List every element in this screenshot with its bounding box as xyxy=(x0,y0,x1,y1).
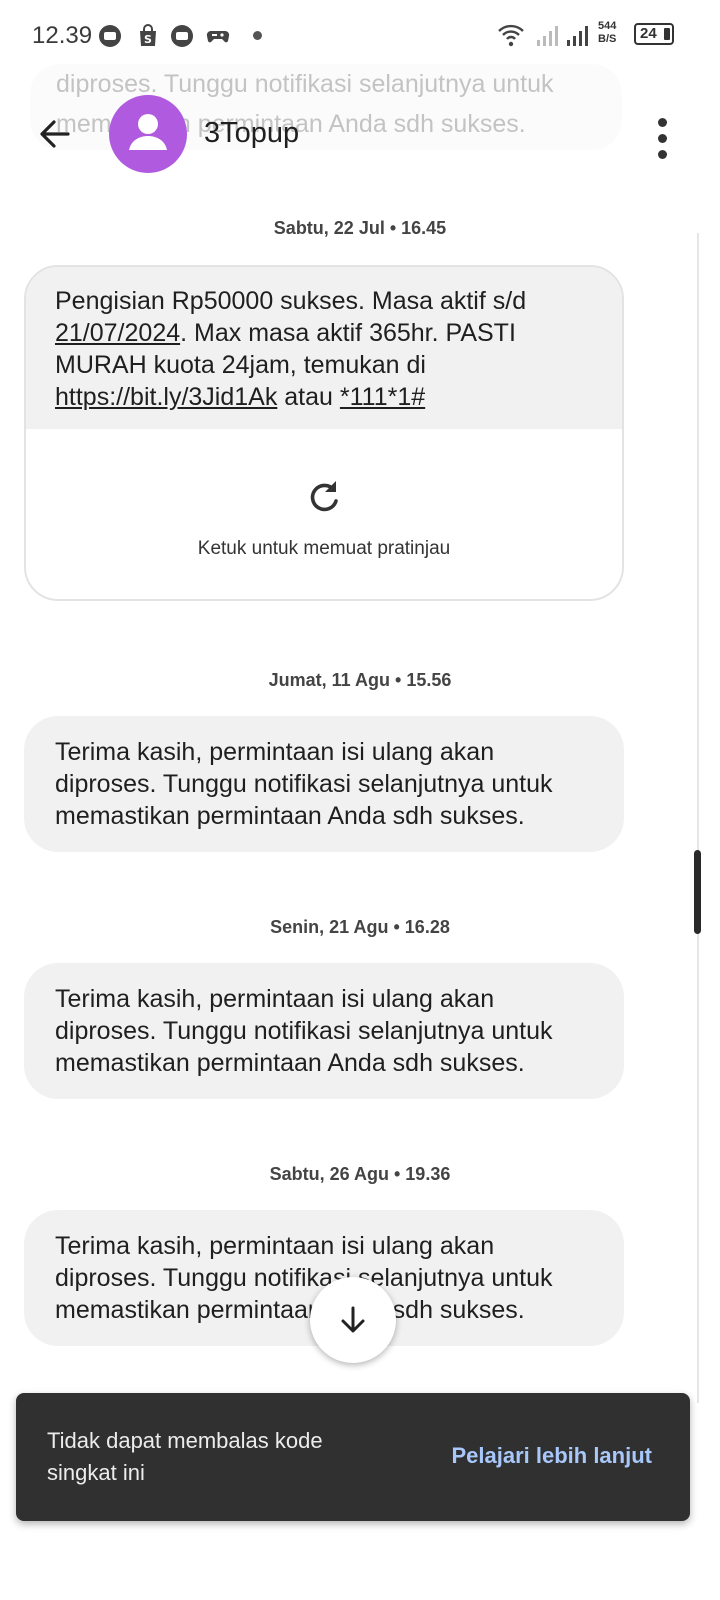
message-date: Senin, 21 Agu • 16.28 xyxy=(270,917,450,937)
back-arrow-icon[interactable] xyxy=(28,106,84,162)
learn-more-button[interactable]: Pelajari lebih lanjut xyxy=(451,1443,652,1469)
message-date: Sabtu, 22 Jul • 16.45 xyxy=(273,218,447,238)
scrollbar-track xyxy=(697,233,699,1403)
gamepad-icon xyxy=(206,30,230,43)
message-text: Pengisian Rp50000 sukses. Masa aktif s/d… xyxy=(26,267,622,429)
ussd-code-link[interactable]: *111*1# xyxy=(340,383,425,411)
battery-indicator: 24 xyxy=(634,23,674,45)
date-link[interactable]: 21/07/2024 xyxy=(55,319,180,347)
scroll-to-bottom-button[interactable] xyxy=(310,1277,396,1363)
conversation-app-bar: 3Topup xyxy=(0,84,720,184)
shop-bag-icon: S xyxy=(140,24,156,46)
signal-icon xyxy=(567,26,588,46)
chat-bubble-icon xyxy=(171,25,193,47)
contact-name[interactable]: 3Topup xyxy=(204,117,299,150)
refresh-icon xyxy=(310,481,338,512)
signal-icon xyxy=(537,26,558,46)
avatar[interactable] xyxy=(109,95,187,173)
snackbar: Tidak dapat membalas kode singkat ini Pe… xyxy=(16,1393,690,1521)
person-icon xyxy=(129,114,167,150)
snackbar-message: Tidak dapat membalas kode singkat ini xyxy=(47,1428,323,1485)
notification-dot xyxy=(253,31,262,40)
message-date: Sabtu, 26 Agu • 19.36 xyxy=(269,1164,451,1184)
status-time: 12.39 xyxy=(32,22,93,49)
preview-label: Ketuk untuk memuat pratinjau xyxy=(197,538,451,559)
status-bar: 12.39 S 544 B/S 24 xyxy=(0,0,720,70)
url-link[interactable]: https://bit.ly/3Jid1Ak xyxy=(55,383,277,411)
svg-text:S: S xyxy=(144,33,152,46)
link-preview-loader[interactable]: Ketuk untuk memuat pratinjau xyxy=(26,429,622,599)
wifi-icon xyxy=(498,24,524,47)
message-bubble[interactable]: Terima kasih, permintaan isi ulang akan … xyxy=(24,716,624,852)
message-bubble[interactable]: Terima kasih, permintaan isi ulang akan … xyxy=(24,963,624,1099)
network-speed: 544 B/S xyxy=(598,20,617,45)
more-options-icon[interactable] xyxy=(640,104,686,164)
arrow-down-icon xyxy=(341,1306,365,1333)
message-bubble[interactable]: Pengisian Rp50000 sukses. Masa aktif s/d… xyxy=(24,265,624,601)
message-date: Jumat, 11 Agu • 15.56 xyxy=(268,670,452,690)
chat-bubble-icon xyxy=(99,25,121,47)
